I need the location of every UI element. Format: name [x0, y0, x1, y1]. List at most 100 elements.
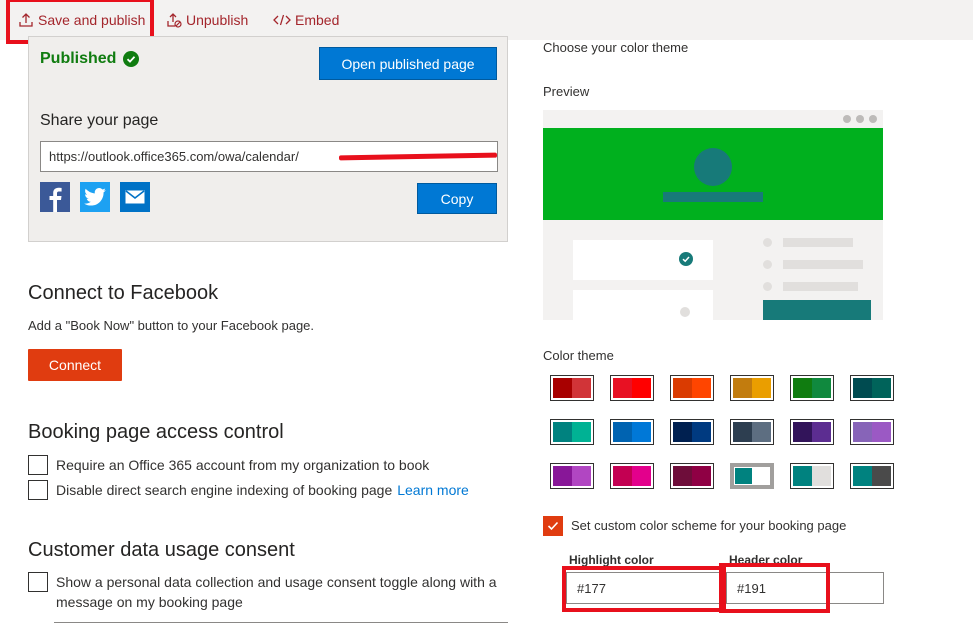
swatch-color-half	[752, 378, 771, 398]
color-swatch[interactable]	[550, 375, 594, 401]
preview-radio	[680, 307, 690, 317]
preview-list-bar	[783, 282, 858, 291]
consent-checkbox[interactable]	[28, 572, 48, 592]
preview-list-dot	[763, 238, 772, 247]
swatch-color-half	[853, 466, 872, 486]
preview-dot	[843, 115, 851, 123]
color-swatch[interactable]	[610, 375, 654, 401]
consent-title: Customer data usage consent	[28, 539, 295, 561]
color-swatch[interactable]	[730, 375, 774, 401]
swatch-color-half	[812, 378, 831, 398]
swatch-color-half	[812, 422, 831, 442]
consent-option[interactable]: Show a personal data collection and usag…	[28, 572, 497, 612]
preview-dot	[869, 115, 877, 123]
disable-indexing-option[interactable]: Disable direct search engine indexing of…	[28, 480, 469, 500]
color-swatch[interactable]	[850, 463, 894, 489]
theme-preview	[543, 110, 883, 320]
swatch-color-half	[793, 466, 812, 486]
header-color-label: Header color	[729, 553, 803, 567]
disable-indexing-checkbox[interactable]	[28, 480, 48, 500]
swatch-color-half	[673, 466, 692, 486]
upload-icon	[18, 12, 34, 28]
swatch-color-half	[853, 378, 872, 398]
custom-scheme-label: Set custom color scheme for your booking…	[571, 518, 847, 533]
header-color-value: #191	[737, 580, 766, 596]
swatch-color-half	[872, 466, 891, 486]
consent-label-line1: Show a personal data collection and usag…	[56, 574, 497, 590]
custom-scheme-checkbox[interactable]	[543, 516, 563, 536]
share-url-field[interactable]: https://outlook.office365.com/owa/calend…	[40, 141, 498, 172]
color-swatch[interactable]	[670, 375, 714, 401]
preview-avatar	[694, 148, 732, 186]
swatch-color-half	[692, 466, 711, 486]
embed-label: Embed	[295, 12, 340, 28]
color-swatch[interactable]	[850, 375, 894, 401]
require-account-checkbox[interactable]	[28, 455, 48, 475]
open-published-page-button[interactable]: Open published page	[319, 47, 497, 80]
require-account-label: Require an Office 365 account from my or…	[56, 457, 430, 473]
swatch-color-half	[735, 468, 752, 484]
preview-list-dot	[763, 282, 772, 291]
swatch-color-half	[812, 466, 831, 486]
swatch-color-half	[692, 378, 711, 398]
preview-header	[543, 128, 883, 220]
color-swatch[interactable]	[850, 419, 894, 445]
published-status: Published	[40, 50, 140, 68]
color-swatch[interactable]	[790, 463, 834, 489]
preview-list-bar	[783, 260, 863, 269]
share-page-title: Share your page	[40, 112, 159, 129]
checkmark-icon	[547, 521, 559, 531]
require-account-option[interactable]: Require an Office 365 account from my or…	[28, 455, 429, 475]
swatch-color-half	[613, 378, 632, 398]
theme-title: Choose your color theme	[543, 40, 689, 55]
facebook-icon[interactable]	[40, 182, 70, 212]
preview-list-bar	[783, 238, 853, 247]
access-control-title: Booking page access control	[28, 421, 284, 443]
unpublish-icon	[166, 12, 182, 28]
swatch-color-half	[673, 422, 692, 442]
embed-button[interactable]: Embed	[273, 0, 339, 40]
color-swatch[interactable]	[730, 463, 774, 489]
redaction-mark	[338, 152, 497, 161]
swatch-color-half	[793, 378, 812, 398]
unpublish-button[interactable]: Unpublish	[166, 0, 248, 40]
swatch-color-half	[752, 468, 769, 484]
color-swatch[interactable]	[670, 463, 714, 489]
highlight-color-value: #177	[577, 580, 606, 596]
color-swatch[interactable]	[730, 419, 774, 445]
color-swatch[interactable]	[550, 463, 594, 489]
learn-more-link[interactable]: Learn more	[397, 480, 469, 500]
mail-icon[interactable]	[120, 182, 150, 212]
share-url-text: https://outlook.office365.com/owa/calend…	[49, 149, 299, 164]
swatch-color-half	[853, 422, 872, 442]
preview-label: Preview	[543, 84, 590, 99]
twitter-icon[interactable]	[80, 182, 110, 212]
connect-facebook-title: Connect to Facebook	[28, 282, 219, 304]
swatch-color-half	[613, 422, 632, 442]
swatch-color-half	[553, 378, 572, 398]
swatch-color-half	[733, 422, 752, 442]
copy-button[interactable]: Copy	[417, 183, 497, 214]
highlight-color-input[interactable]: #177	[566, 572, 720, 604]
save-and-publish-button[interactable]: Save and publish	[18, 0, 145, 40]
color-swatch[interactable]	[610, 419, 654, 445]
swatch-color-half	[613, 466, 632, 486]
unpublish-label: Unpublish	[186, 12, 249, 28]
color-swatch[interactable]	[670, 419, 714, 445]
color-swatch[interactable]	[790, 375, 834, 401]
preview-service-card	[573, 240, 713, 280]
swatch-color-half	[872, 422, 891, 442]
preview-check-icon	[679, 252, 693, 266]
connect-button[interactable]: Connect	[28, 349, 122, 381]
color-swatch[interactable]	[610, 463, 654, 489]
preview-window-dots	[843, 115, 877, 123]
swatch-color-half	[872, 378, 891, 398]
swatch-color-half	[793, 422, 812, 442]
swatch-color-half	[553, 422, 572, 442]
header-color-input[interactable]: #191	[726, 572, 884, 604]
preview-dot	[856, 115, 864, 123]
color-swatch[interactable]	[790, 419, 834, 445]
checkmark-circle-icon	[123, 51, 140, 67]
color-swatch[interactable]	[550, 419, 594, 445]
swatch-color-half	[733, 378, 752, 398]
